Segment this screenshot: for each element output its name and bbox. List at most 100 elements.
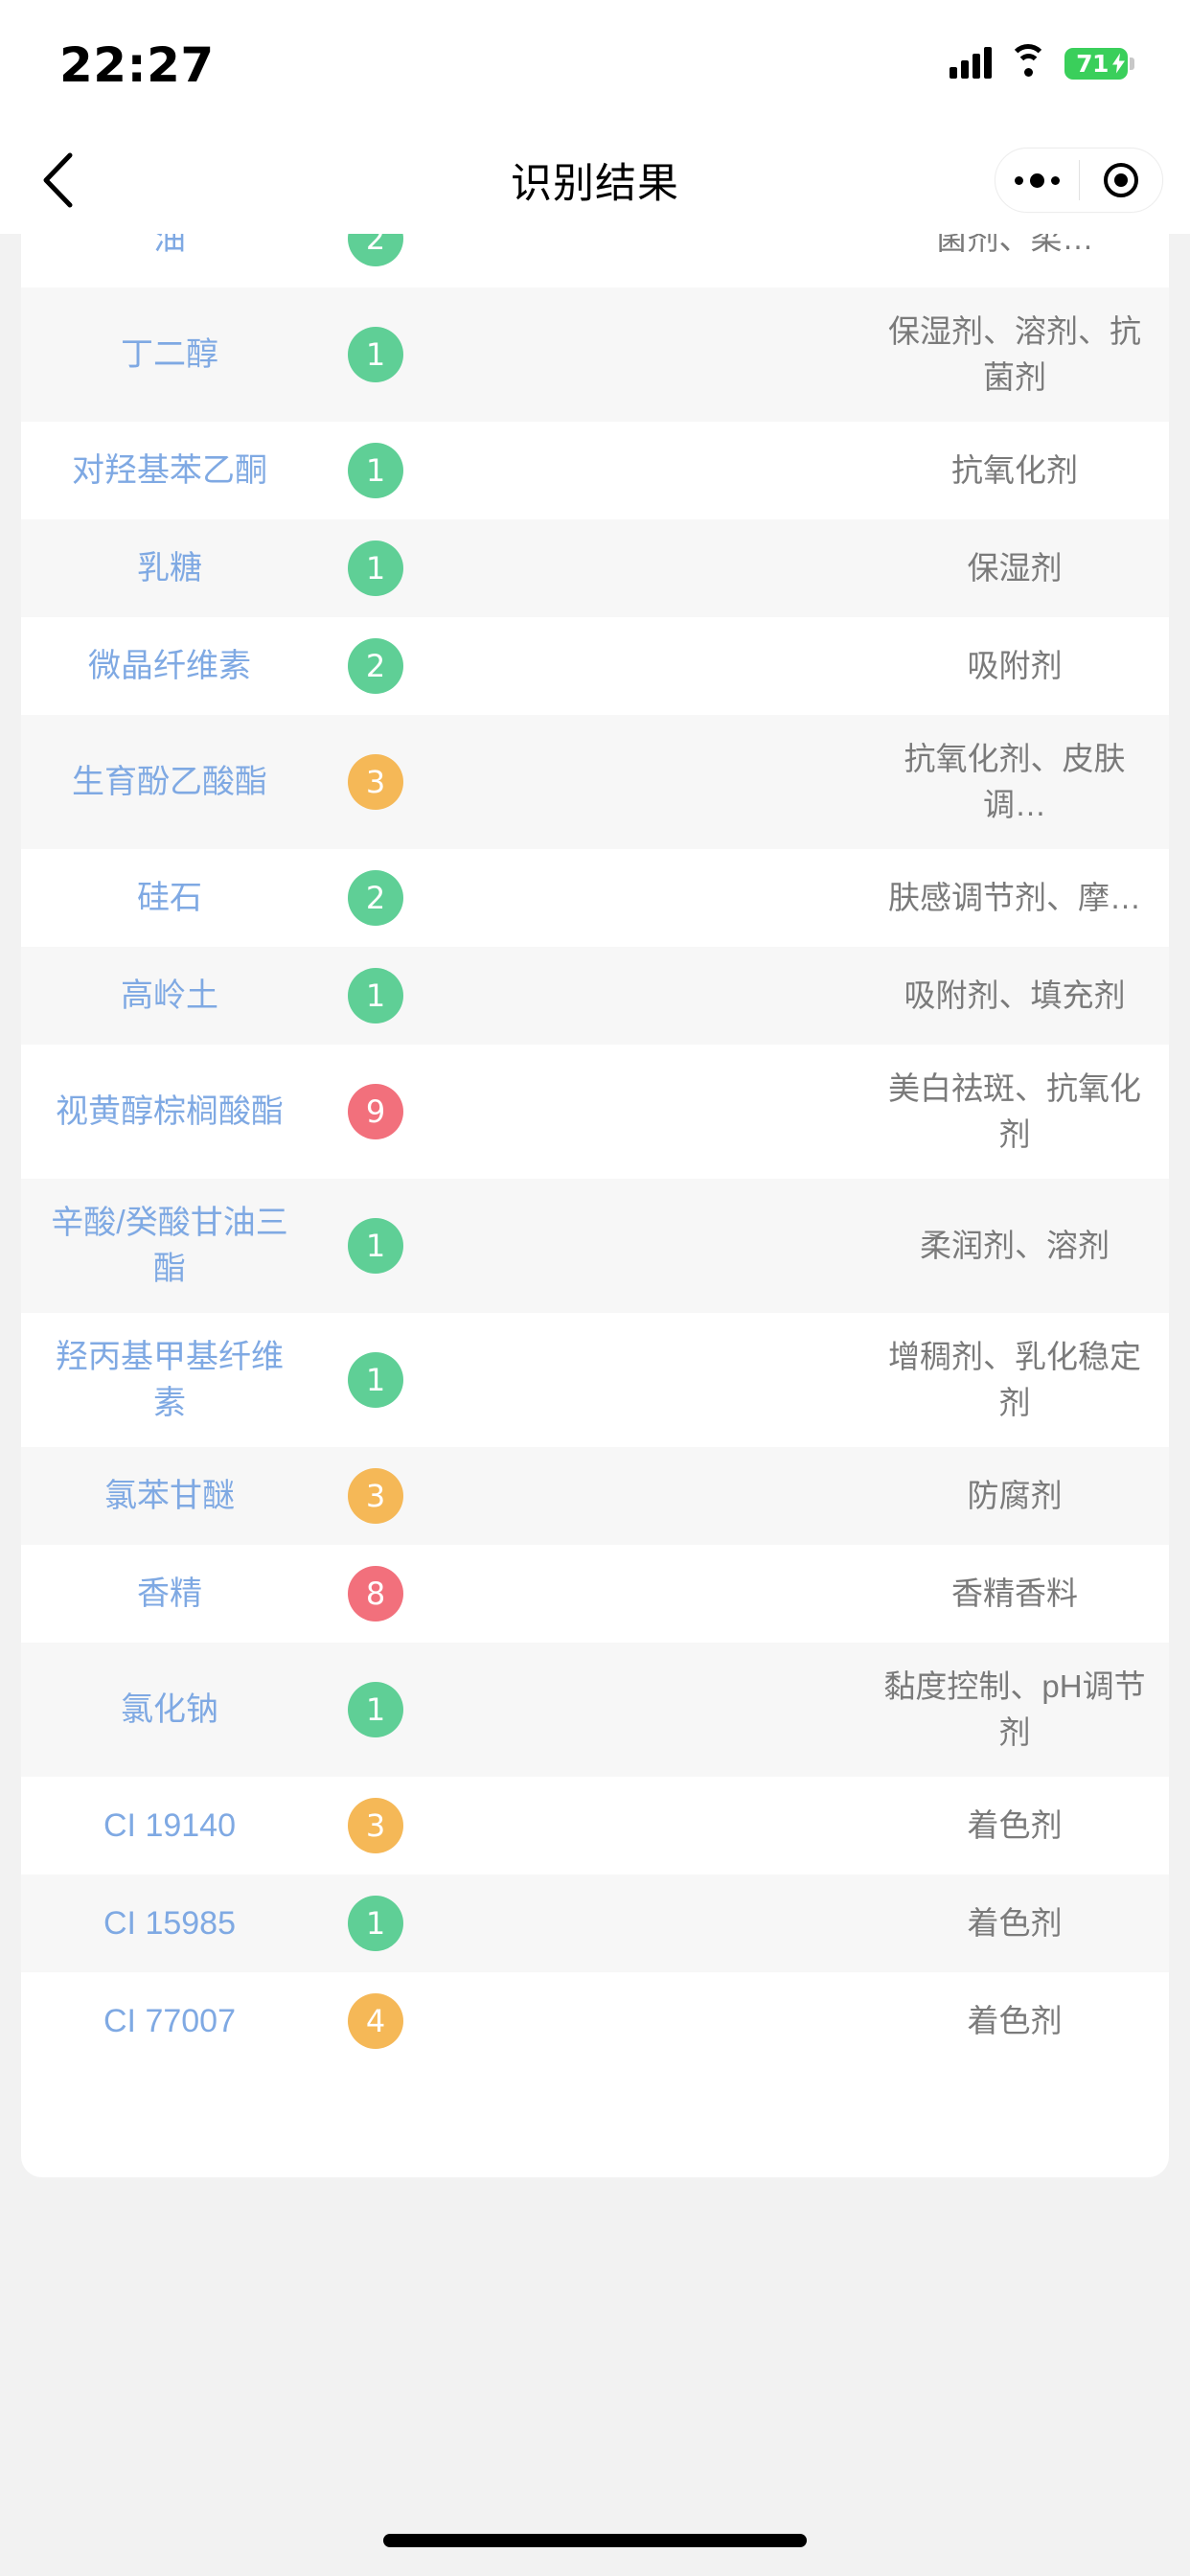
- risk-level-badge: 3: [348, 754, 403, 810]
- charging-bolt-icon: [1112, 53, 1125, 74]
- risk-level-cell: 2: [318, 234, 433, 266]
- wifi-icon: [1009, 44, 1047, 79]
- ingredient-function: 着色剂: [967, 2003, 1063, 2038]
- ingredient-function: 美白祛斑、抗氧化剂: [888, 1070, 1141, 1152]
- risk-level-cell: 1: [318, 968, 433, 1024]
- risk-level-cell: 1: [318, 1218, 433, 1274]
- ingredient-name[interactable]: 油: [21, 234, 318, 262]
- ingredient-name[interactable]: 辛酸/癸酸甘油三酯: [21, 1200, 318, 1292]
- risk-level-cell: 1: [318, 540, 433, 596]
- table-row[interactable]: CI 77007 4 着色剂: [21, 1972, 1169, 2070]
- risk-level-cell: 8: [318, 1566, 433, 1622]
- table-row[interactable]: 生育酚乙酸酯 3 抗氧化剂、皮肤调…: [21, 715, 1169, 849]
- battery-percent-label: 71: [1076, 49, 1109, 78]
- ingredient-name[interactable]: 氯化钠: [21, 1687, 318, 1733]
- table-row[interactable]: 乳糖 1 保湿剂: [21, 519, 1169, 617]
- ingredients-table: 油 2 菌剂、柔… 丁二醇 1 保湿剂、溶剂、抗菌剂对羟基苯乙酮 1 抗氧化剂乳糖 1 保湿剂微晶…: [21, 234, 1169, 2070]
- table-row[interactable]: 对羟基苯乙酮 1 抗氧化剂: [21, 422, 1169, 519]
- risk-level-badge: 1: [348, 968, 403, 1024]
- table-row[interactable]: 微晶纤维素 2 吸附剂: [21, 617, 1169, 715]
- risk-level-cell: 3: [318, 754, 433, 810]
- ingredient-name[interactable]: CI 15985: [21, 1900, 318, 1946]
- table-row[interactable]: 香精 8 香精香料: [21, 1545, 1169, 1643]
- ingredient-function: 吸附剂: [967, 648, 1063, 683]
- ingredient-name[interactable]: 高岭土: [21, 973, 318, 1019]
- risk-level-badge: 4: [348, 1993, 403, 2049]
- scroll-content[interactable]: 油 2 菌剂、柔… 丁二醇 1 保湿剂、溶剂、抗菌剂对羟基苯乙酮 1 抗氧化剂乳糖 1 保湿剂微晶…: [0, 234, 1190, 2576]
- ingredient-function: 增稠剂、乳化稳定剂: [888, 1339, 1141, 1420]
- ingredient-name[interactable]: 对羟基苯乙酮: [21, 448, 318, 494]
- ingredient-function: 黏度控制、pH调节剂: [883, 1668, 1146, 1750]
- risk-level-badge: 1: [348, 540, 403, 596]
- ingredient-function: 保湿剂: [967, 550, 1063, 586]
- ingredient-function: 防腐剂: [967, 1478, 1063, 1513]
- risk-level-cell: 3: [318, 1798, 433, 1853]
- ingredient-function: 柔润剂、溶剂: [920, 1228, 1110, 1263]
- ingredient-function: 肤感调节剂、摩…: [888, 880, 1141, 915]
- back-chevron-icon[interactable]: [0, 126, 115, 234]
- risk-level-badge: 2: [348, 638, 403, 694]
- battery-charging-icon: 71: [1064, 47, 1134, 80]
- table-row[interactable]: 丁二醇 1 保湿剂、溶剂、抗菌剂: [21, 288, 1169, 422]
- ingredient-function: 抗氧化剂: [951, 452, 1078, 488]
- ingredient-function: 保湿剂、溶剂、抗菌剂: [888, 313, 1141, 395]
- ingredient-function: 着色剂: [967, 1807, 1063, 1843]
- risk-level-cell: 1: [318, 1682, 433, 1737]
- risk-level-badge: 1: [348, 327, 403, 382]
- ingredient-name[interactable]: 羟丙基甲基纤维素: [21, 1334, 318, 1426]
- ingredient-name[interactable]: 视黄醇棕榈酸酯: [21, 1089, 318, 1135]
- status-bar: 22:27 71: [0, 0, 1190, 126]
- ingredient-name[interactable]: CI 19140: [21, 1803, 318, 1849]
- risk-level-badge: 8: [348, 1566, 403, 1622]
- table-row[interactable]: 氯化钠 1 黏度控制、pH调节剂: [21, 1643, 1169, 1777]
- risk-level-badge: 1: [348, 1352, 403, 1408]
- risk-level-badge: 1: [348, 1896, 403, 1951]
- table-row[interactable]: 硅石 2 肤感调节剂、摩…: [21, 849, 1169, 947]
- ingredient-name[interactable]: 丁二醇: [21, 332, 318, 378]
- home-indicator: [0, 2505, 1190, 2576]
- risk-level-cell: 1: [318, 1896, 433, 1951]
- wechat-capsule-button: [995, 148, 1163, 213]
- ingredient-function: 香精香料: [951, 1576, 1078, 1611]
- risk-level-cell: 1: [318, 443, 433, 498]
- table-row[interactable]: CI 19140 3 着色剂: [21, 1777, 1169, 1874]
- ingredient-name[interactable]: 氯苯甘醚: [21, 1473, 318, 1519]
- risk-level-badge: 9: [348, 1084, 403, 1139]
- table-row[interactable]: 辛酸/癸酸甘油三酯 1 柔润剂、溶剂: [21, 1179, 1169, 1313]
- status-indicators: 71: [950, 44, 1134, 80]
- table-row[interactable]: 视黄醇棕榈酸酯 9 美白祛斑、抗氧化剂: [21, 1045, 1169, 1179]
- ingredient-name[interactable]: 硅石: [21, 875, 318, 921]
- risk-level-badge: 2: [348, 234, 403, 266]
- ingredient-function: 吸附剂、填充剂: [904, 978, 1126, 1013]
- risk-level-badge: 1: [348, 443, 403, 498]
- ingredient-name[interactable]: CI 77007: [21, 1998, 318, 2044]
- ingredient-name[interactable]: 香精: [21, 1571, 318, 1617]
- risk-level-badge: 1: [348, 1218, 403, 1274]
- risk-level-badge: 3: [348, 1468, 403, 1524]
- cellular-signal-icon: [950, 47, 992, 79]
- more-options-icon[interactable]: [995, 149, 1079, 212]
- table-row[interactable]: 羟丙基甲基纤维素 1 增稠剂、乳化稳定剂: [21, 1313, 1169, 1447]
- table-row[interactable]: 油 2 菌剂、柔…: [21, 234, 1169, 288]
- risk-level-badge: 3: [348, 1798, 403, 1853]
- risk-level-cell: 1: [318, 327, 433, 382]
- risk-level-cell: 9: [318, 1084, 433, 1139]
- risk-level-cell: 4: [318, 1993, 433, 2049]
- risk-level-cell: 3: [318, 1468, 433, 1524]
- risk-level-cell: 2: [318, 870, 433, 926]
- ingredient-function: 菌剂、柔…: [935, 234, 1094, 256]
- risk-level-badge: 1: [348, 1682, 403, 1737]
- ingredient-name[interactable]: 乳糖: [21, 545, 318, 591]
- ingredient-name[interactable]: 生育酚乙酸酯: [21, 759, 318, 805]
- ingredient-function: 着色剂: [967, 1905, 1063, 1941]
- risk-level-badge: 2: [348, 870, 403, 926]
- mini-program-close-icon[interactable]: [1080, 149, 1163, 212]
- table-row[interactable]: 氯苯甘醚 3 防腐剂: [21, 1447, 1169, 1545]
- risk-level-cell: 1: [318, 1352, 433, 1408]
- ingredient-function: 抗氧化剂、皮肤调…: [904, 741, 1126, 822]
- table-row[interactable]: 高岭土 1 吸附剂、填充剂: [21, 947, 1169, 1045]
- ingredients-card: 油 2 菌剂、柔… 丁二醇 1 保湿剂、溶剂、抗菌剂对羟基苯乙酮 1 抗氧化剂乳糖 1 保湿剂微晶…: [21, 234, 1169, 2177]
- ingredient-name[interactable]: 微晶纤维素: [21, 643, 318, 689]
- table-row[interactable]: CI 15985 1 着色剂: [21, 1874, 1169, 1972]
- status-time: 22:27: [59, 37, 215, 93]
